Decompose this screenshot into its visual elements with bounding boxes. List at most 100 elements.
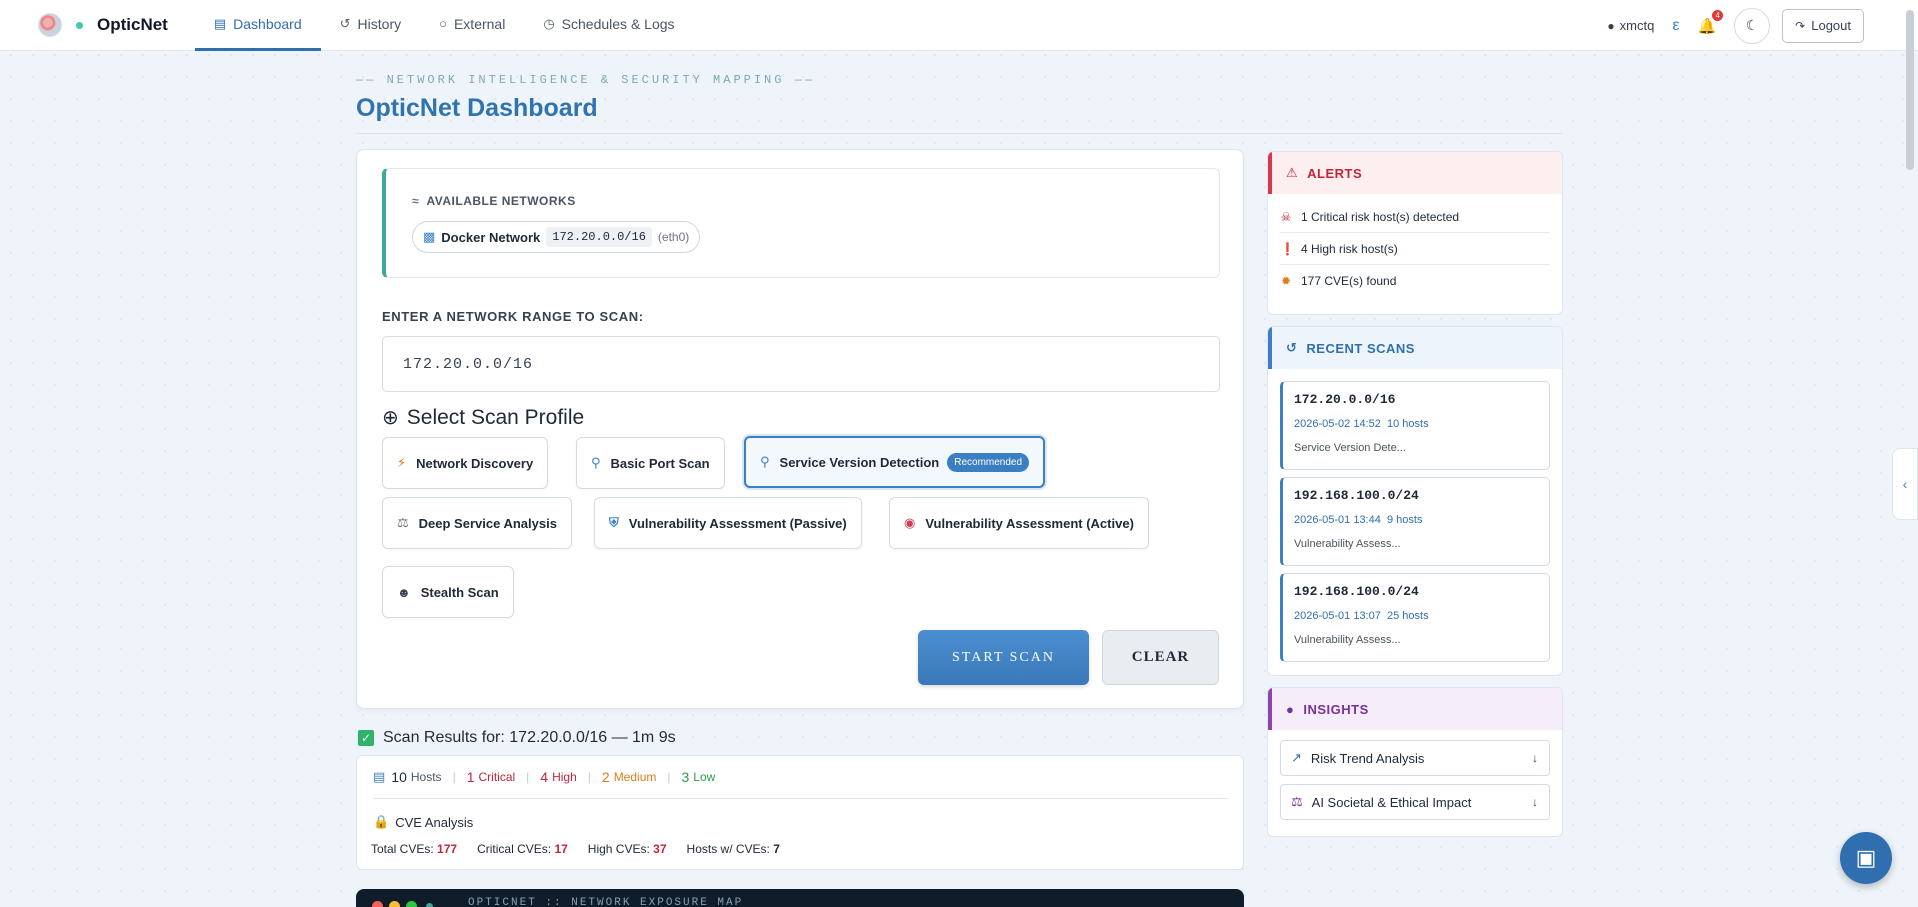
alert-text: 177 CVE(s) found xyxy=(1301,274,1397,288)
notifications-button[interactable]: 🔔 4 xyxy=(1697,9,1724,35)
profile-label: Stealth Scan xyxy=(420,584,499,600)
network-name: Docker Network xyxy=(441,229,541,245)
insights-title: INSIGHTS xyxy=(1303,701,1369,717)
insights-list: ↗ Risk Trend Analysis ↓ ⚖ AI Societal & … xyxy=(1268,730,1562,820)
username: xmctq xyxy=(1619,18,1655,33)
recent-scans-title: RECENT SCANS xyxy=(1306,340,1415,356)
status-dot-icon xyxy=(76,21,83,29)
profile-vuln-active[interactable]: ◉ Vulnerability Assessment (Active) xyxy=(889,497,1149,549)
profile-heading: ⊕ Select Scan Profile xyxy=(382,405,584,430)
bell-icon: 🔔 xyxy=(1697,17,1717,35)
recommended-badge: Recommended xyxy=(947,452,1030,472)
profile-label: Network Discovery xyxy=(416,455,534,471)
magnifier-right-icon: ⚲ xyxy=(760,454,770,469)
eyebrow-text: NETWORK INTELLIGENCE & SECURITY MAPPING xyxy=(386,73,785,87)
page-scrollbar[interactable] xyxy=(1906,10,1914,170)
cve-critical: Critical CVEs: 17 xyxy=(477,842,568,856)
cve-high-value: 37 xyxy=(653,842,667,856)
network-iface: (eth0) xyxy=(657,230,690,244)
recent-scan-item[interactable]: 172.20.0.0/16 2026-05-02 14:52 10 hosts … xyxy=(1280,381,1550,470)
window-maximize-dot xyxy=(406,901,417,907)
results-card: ▤ 10 Hosts | 1 Critical | 4 High | 2 Med… xyxy=(356,755,1244,870)
recent-scan-item[interactable]: 192.168.100.0/24 2026-05-01 13:44 9 host… xyxy=(1280,477,1550,566)
tab-history[interactable]: ↺ History xyxy=(321,0,420,51)
page-title: OpticNet Dashboard xyxy=(356,94,598,122)
stat-critical-label: Critical xyxy=(478,770,516,784)
alerts-list: ☠ 1 Critical risk host(s) detected ❗ 4 H… xyxy=(1268,194,1562,297)
insight-ai-ethical[interactable]: ⚖ AI Societal & Ethical Impact ↓ xyxy=(1280,784,1550,820)
top-navbar: OpticNet ▤ Dashboard ↺ History ○ Externa… xyxy=(0,0,1918,51)
scan-hosts: 9 hosts xyxy=(1386,514,1423,526)
network-cidr: 172.20.0.0/16 xyxy=(546,227,652,247)
sidebar-collapse-tab[interactable]: ‹ xyxy=(1892,448,1918,520)
moon-icon: ☾ xyxy=(1745,17,1759,33)
wifi-icon: ≈ xyxy=(412,194,420,208)
tab-external[interactable]: ○ External xyxy=(420,0,524,51)
recent-scan-item[interactable]: 192.168.100.0/24 2026-05-01 13:07 25 hos… xyxy=(1280,573,1550,662)
insight-risk-trend[interactable]: ↗ Risk Trend Analysis ↓ xyxy=(1280,740,1550,776)
globe-icon: ○ xyxy=(439,16,447,31)
eyebrow-dash-right: —— xyxy=(784,73,816,87)
logout-button[interactable]: ↷ Logout xyxy=(1782,8,1864,43)
tab-label: External xyxy=(453,15,506,32)
compass-icon: ● xyxy=(1286,701,1295,717)
stat-separator: | xyxy=(452,770,456,784)
robot-icon: ▣ xyxy=(1855,845,1877,870)
history-icon: ↺ xyxy=(339,15,351,31)
brand[interactable]: OpticNet xyxy=(38,0,168,51)
alert-text: 4 High risk host(s) xyxy=(1301,241,1398,256)
scan-hosts: 25 hosts xyxy=(1386,610,1429,622)
cve-title-text: CVE Analysis xyxy=(395,814,474,830)
scan-hosts: 10 hosts xyxy=(1386,418,1429,430)
scan-profile: Vulnerability Assess... xyxy=(1294,538,1401,550)
insights-card: ● INSIGHTS ↗ Risk Trend Analysis ↓ ⚖ AI … xyxy=(1267,687,1563,837)
exclamation-circle-icon: ❗ xyxy=(1280,241,1295,256)
tab-label: Dashboard xyxy=(233,15,302,32)
arrow-down-icon: ↓ xyxy=(1532,751,1538,765)
results-title: ✓ Scan Results for: 172.20.0.0/16 — 1m 9… xyxy=(358,729,676,747)
stat-low-num: 3 xyxy=(681,769,690,785)
stat-critical-num: 1 xyxy=(466,769,475,785)
cve-total-label: Total CVEs: xyxy=(371,842,434,856)
tab-schedules-logs[interactable]: ◷ Schedules & Logs xyxy=(524,0,693,51)
chatbot-button[interactable]: ▣ xyxy=(1840,832,1892,884)
recent-scans-list: 172.20.0.0/16 2026-05-02 14:52 10 hosts … xyxy=(1268,369,1562,662)
scan-meta: 2026-05-01 13:07 25 hosts xyxy=(1294,610,1538,622)
cve-stats-row: Total CVEs: 177 Critical CVEs: 17 High C… xyxy=(371,842,800,856)
range-input[interactable] xyxy=(382,336,1220,392)
stat-medium-num: 2 xyxy=(601,769,610,785)
profile-service-version-detection[interactable]: ⚲ Service Version Detection Recommended xyxy=(744,436,1046,488)
language-icon[interactable]: ε xyxy=(1672,17,1679,35)
nav-right: ● xmctq ε 🔔 4 ☾ ↷ Logout xyxy=(1607,0,1918,51)
clear-button[interactable]: CLEAR xyxy=(1102,630,1219,685)
scan-panel: ≈ AVAILABLE NETWORKS ▩ Docker Network 17… xyxy=(356,149,1244,709)
alerts-card: ⚠ ALERTS ☠ 1 Critical risk host(s) detec… xyxy=(1267,151,1563,315)
brand-name: OpticNet xyxy=(97,15,168,34)
profile-heading-text: Select Scan Profile xyxy=(406,405,585,429)
title-divider xyxy=(356,133,1563,134)
profile-network-discovery[interactable]: ⚡ Network Discovery xyxy=(382,437,549,489)
cve-hosts-label: Hosts w/ CVEs: xyxy=(686,842,770,856)
theme-toggle-button[interactable]: ☾ xyxy=(1734,7,1771,44)
profile-basic-port-scan[interactable]: ⚲ Basic Port Scan xyxy=(576,437,725,489)
stat-separator: | xyxy=(526,770,530,784)
network-chip-docker[interactable]: ▩ Docker Network 172.20.0.0/16 (eth0) xyxy=(412,221,701,253)
profile-label: Vulnerability Assessment (Active) xyxy=(925,515,1134,531)
lightning-icon: ⚡ xyxy=(397,455,407,470)
insights-header: ● INSIGHTS xyxy=(1268,688,1562,730)
start-scan-button[interactable]: START SCAN xyxy=(918,630,1089,685)
user-menu[interactable]: ● xmctq xyxy=(1607,18,1654,33)
window-close-dot xyxy=(372,901,383,907)
user-circle-icon: ● xyxy=(1607,18,1615,33)
profile-vuln-passive[interactable]: ⛨ Vulnerability Assessment (Passive) xyxy=(594,497,862,549)
exposure-map-terminal: OPTICNET :: NETWORK EXPOSURE MAP xyxy=(356,889,1244,907)
tab-label: History xyxy=(357,15,402,32)
available-networks-box: ≈ AVAILABLE NETWORKS ▩ Docker Network 17… xyxy=(382,168,1220,278)
tab-dashboard[interactable]: ▤ Dashboard xyxy=(194,0,321,51)
profile-stealth-scan[interactable]: ☻ Stealth Scan xyxy=(382,566,514,618)
lock-icon: 🔒 xyxy=(373,814,390,829)
networks-label: ≈ AVAILABLE NETWORKS xyxy=(412,194,576,208)
stat-high-num: 4 xyxy=(540,769,549,785)
stat-medium-label: Medium xyxy=(613,770,657,784)
profile-deep-service-analysis[interactable]: ⚖ Deep Service Analysis xyxy=(382,497,572,549)
